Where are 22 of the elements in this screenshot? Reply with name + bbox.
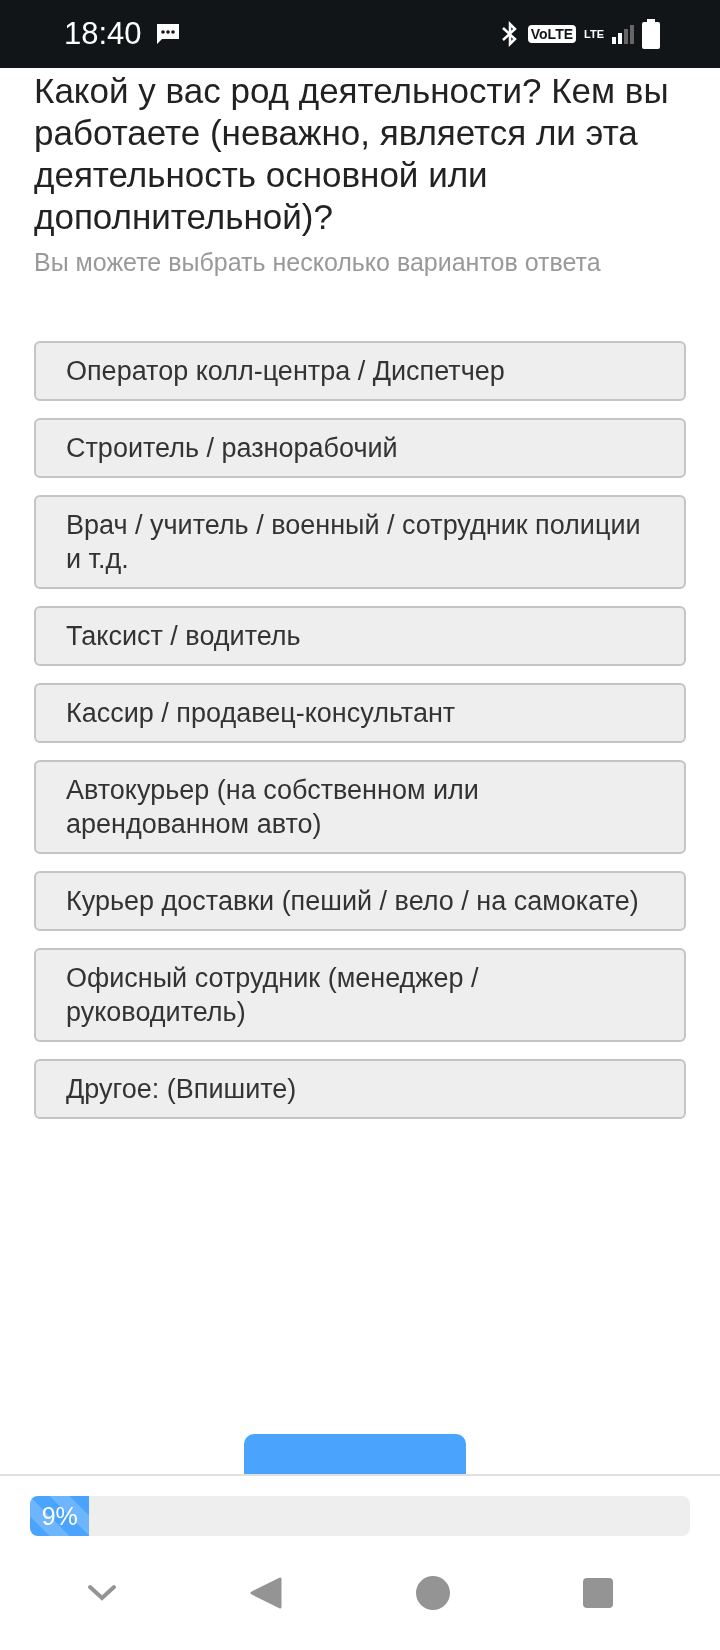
question-title: Какой у вас род деятельности? Кем вы работаете (неважно, является ли эта деятельность основной или дополнительной)? bbox=[34, 70, 670, 238]
home-icon[interactable] bbox=[415, 1576, 450, 1610]
volte-indicator: VoLTE bbox=[527, 25, 577, 43]
answer-option[interactable]: Кассир / продавец-консультант bbox=[34, 683, 686, 743]
message-icon bbox=[155, 23, 180, 45]
clock: 18:40 bbox=[64, 16, 142, 52]
answer-option[interactable]: Автокурьер (на собственном или арендованном авто) bbox=[34, 760, 686, 854]
answer-option[interactable]: Таксист / водитель bbox=[34, 606, 686, 666]
question-hint: Вы можете выбрать несколько вариантов ответа bbox=[34, 247, 602, 278]
battery-icon bbox=[642, 19, 660, 49]
answer-option[interactable]: Оператор колл-центра / Диспетчер bbox=[34, 341, 686, 401]
network-type: LTE bbox=[584, 28, 604, 40]
answer-option[interactable]: Врач / учитель / военный / сотрудник полиции и т.д. bbox=[34, 495, 686, 589]
recents-icon[interactable] bbox=[583, 1578, 614, 1608]
answer-option[interactable]: Офисный сотрудник (менеджер / руководитель) bbox=[34, 948, 686, 1042]
back-icon[interactable] bbox=[250, 1576, 283, 1610]
progress-fill: 9% bbox=[30, 1496, 90, 1536]
answer-option[interactable]: Другое: (Впишите) bbox=[34, 1059, 686, 1119]
chevron-down-icon[interactable] bbox=[86, 1584, 117, 1602]
answer-option[interactable]: Строитель / разнорабочий bbox=[34, 418, 686, 478]
signal-icon bbox=[612, 24, 634, 44]
answer-option[interactable]: Курьер доставки (пеший / вело / на самокате) bbox=[34, 871, 686, 931]
